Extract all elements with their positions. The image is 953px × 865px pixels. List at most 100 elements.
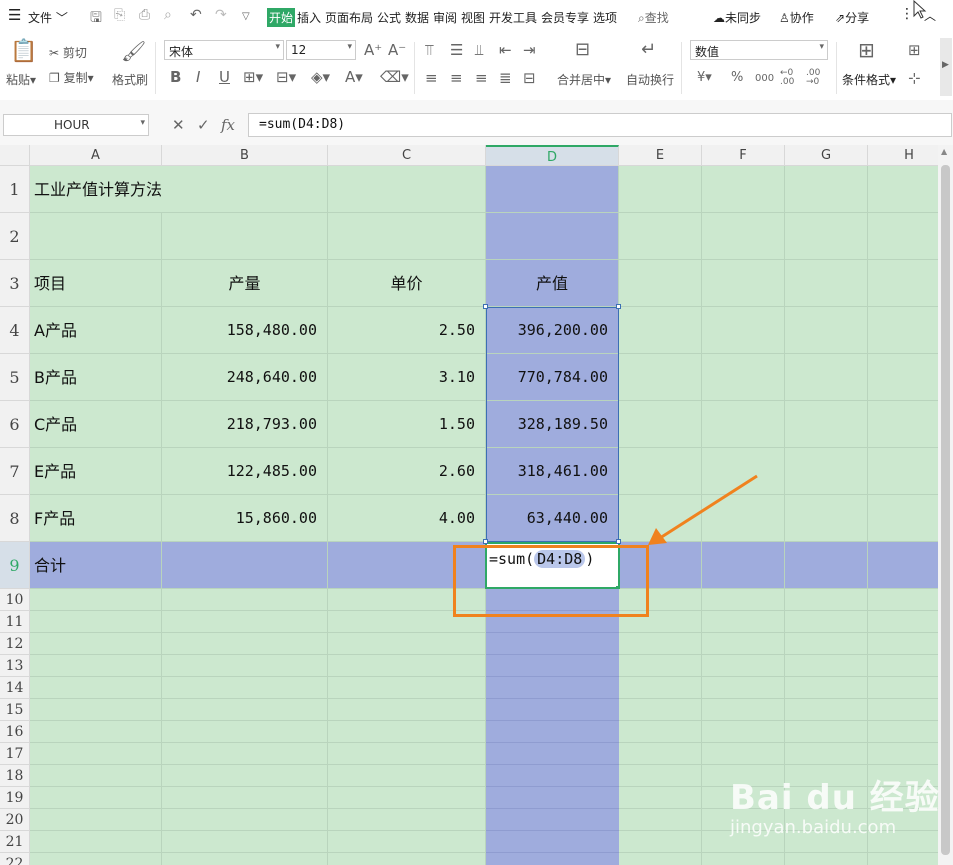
cell[interactable] bbox=[702, 401, 785, 448]
save-icon[interactable]: 🖫 bbox=[90, 7, 102, 31]
border-icon[interactable]: ⊞▾ bbox=[243, 69, 263, 85]
selection-handle[interactable] bbox=[616, 539, 621, 544]
sync-status[interactable]: ☁未同步 bbox=[713, 9, 761, 26]
cell[interactable] bbox=[702, 213, 785, 260]
cell[interactable] bbox=[162, 166, 328, 213]
selection-handle[interactable] bbox=[483, 304, 488, 309]
column-header-h[interactable]: H bbox=[868, 145, 938, 166]
cell[interactable] bbox=[868, 495, 938, 542]
tab-review[interactable]: 审阅 bbox=[433, 9, 457, 26]
table-cell-item[interactable]: E产品 bbox=[30, 448, 162, 495]
wrap-text-icon[interactable]: ↵ bbox=[641, 41, 656, 59]
format-painter-button[interactable]: 格式刷 bbox=[112, 71, 148, 88]
row-header[interactable]: 5 bbox=[0, 354, 30, 401]
cell[interactable] bbox=[702, 260, 785, 307]
row-header[interactable]: 15 bbox=[0, 699, 30, 721]
bold-icon[interactable]: B bbox=[170, 69, 181, 85]
row-header[interactable]: 4 bbox=[0, 307, 30, 354]
table-cell-output[interactable]: 328,189.50 bbox=[486, 401, 619, 448]
row-header[interactable]: 6 bbox=[0, 401, 30, 448]
cell[interactable] bbox=[619, 260, 702, 307]
clear-format-icon[interactable]: ⌫▾ bbox=[380, 69, 409, 85]
indent-increase-icon[interactable]: ⇥ bbox=[523, 42, 536, 58]
font-size-select[interactable]: 12 ▾ bbox=[286, 40, 356, 60]
row-header[interactable]: 8 bbox=[0, 495, 30, 542]
print-icon[interactable]: ⎙ bbox=[139, 7, 150, 23]
fill-color-icon[interactable]: ◈▾ bbox=[311, 69, 330, 85]
cell-style-icon[interactable]: ⊹ bbox=[908, 70, 921, 86]
format-painter-icon[interactable]: 🖌 bbox=[121, 40, 146, 62]
cell[interactable] bbox=[702, 166, 785, 213]
scroll-up-icon[interactable]: ▲ bbox=[941, 147, 947, 156]
row-header[interactable]: 9 bbox=[0, 542, 30, 589]
row-header[interactable]: 12 bbox=[0, 633, 30, 655]
column-header-a[interactable]: A bbox=[30, 145, 162, 166]
number-format-select[interactable]: 数值 ▾ bbox=[690, 40, 828, 60]
font-color-icon[interactable]: A▾ bbox=[345, 69, 363, 85]
table-cell-item[interactable]: F产品 bbox=[30, 495, 162, 542]
align-right-icon[interactable]: ≡ bbox=[475, 70, 488, 86]
tab-options[interactable]: 选项 bbox=[593, 9, 617, 26]
cell[interactable] bbox=[30, 213, 162, 260]
merge-center-button[interactable]: 合并居中▾ bbox=[557, 71, 611, 88]
sheet-title-cell[interactable]: 工业产值计算方法 bbox=[30, 166, 162, 213]
cell[interactable] bbox=[785, 401, 868, 448]
table-cell-quantity[interactable]: 15,860.00 bbox=[162, 495, 328, 542]
align-bottom-icon[interactable]: ⫫ bbox=[475, 42, 483, 58]
table-cell-quantity[interactable]: 158,480.00 bbox=[162, 307, 328, 354]
fill-pattern-icon[interactable]: ⊟▾ bbox=[276, 69, 296, 85]
cell[interactable] bbox=[619, 354, 702, 401]
cell[interactable] bbox=[785, 448, 868, 495]
row-header[interactable]: 16 bbox=[0, 721, 30, 743]
cell[interactable] bbox=[868, 260, 938, 307]
cell[interactable] bbox=[785, 542, 868, 589]
print-preview-icon[interactable]: ⌕ bbox=[164, 7, 172, 23]
table-cell-price[interactable]: 2.60 bbox=[328, 448, 486, 495]
row-header[interactable]: 13 bbox=[0, 655, 30, 677]
hamburger-icon[interactable]: ☰ bbox=[8, 6, 21, 24]
row-header[interactable]: 14 bbox=[0, 677, 30, 699]
cell[interactable] bbox=[486, 166, 619, 213]
increase-decimal-icon[interactable]: ←0.00 bbox=[780, 69, 794, 87]
cell[interactable] bbox=[619, 166, 702, 213]
italic-icon[interactable]: I bbox=[196, 69, 200, 85]
table-style-icon[interactable]: ⊞ bbox=[908, 42, 921, 58]
column-header-b[interactable]: B bbox=[162, 145, 328, 166]
table-cell-item[interactable]: C产品 bbox=[30, 401, 162, 448]
font-name-select[interactable]: 宋体 ▾ bbox=[164, 40, 284, 60]
collab-button[interactable]: ♙协作 bbox=[779, 9, 814, 26]
header-cell-quantity[interactable]: 产量 bbox=[162, 260, 328, 307]
tab-developer[interactable]: 开发工具 bbox=[489, 9, 537, 26]
cell[interactable] bbox=[868, 542, 938, 589]
distribute-icon[interactable]: ⊟ bbox=[523, 70, 536, 86]
conditional-format-button[interactable]: 条件格式▾ bbox=[842, 71, 896, 88]
ribbon-scroll-button[interactable]: ▶ bbox=[940, 38, 952, 96]
justify-icon[interactable]: ≣ bbox=[499, 70, 512, 86]
copy-button[interactable]: ❐ 复制▾ bbox=[49, 69, 94, 86]
underline-icon[interactable]: U bbox=[219, 69, 230, 85]
table-cell-price[interactable]: 3.10 bbox=[328, 354, 486, 401]
select-all-corner[interactable] bbox=[0, 145, 30, 166]
row-header[interactable]: 1 bbox=[0, 166, 30, 213]
header-cell-price[interactable]: 单价 bbox=[328, 260, 486, 307]
cell[interactable] bbox=[868, 354, 938, 401]
table-cell-output[interactable]: 770,784.00 bbox=[486, 354, 619, 401]
header-cell-output[interactable]: 产值 bbox=[486, 260, 619, 307]
tab-formulas[interactable]: 公式 bbox=[377, 9, 401, 26]
cell[interactable] bbox=[868, 307, 938, 354]
selection-handle[interactable] bbox=[483, 539, 488, 544]
header-cell-item[interactable]: 项目 bbox=[30, 260, 162, 307]
cell[interactable] bbox=[868, 166, 938, 213]
cell[interactable] bbox=[328, 166, 486, 213]
paste-button[interactable]: 粘贴▾ bbox=[6, 71, 36, 88]
row-header[interactable]: 19 bbox=[0, 787, 30, 809]
undo-icon[interactable]: ↶ bbox=[190, 7, 202, 23]
column-header-e[interactable]: E bbox=[619, 145, 702, 166]
increase-font-icon[interactable]: A⁺ bbox=[364, 42, 382, 58]
column-header-f[interactable]: F bbox=[702, 145, 785, 166]
row-header[interactable]: 2 bbox=[0, 213, 30, 260]
column-header-g[interactable]: G bbox=[785, 145, 868, 166]
tab-insert[interactable]: 插入 bbox=[297, 9, 321, 26]
column-header-d[interactable]: D bbox=[486, 145, 619, 166]
selection-handle[interactable] bbox=[616, 304, 621, 309]
